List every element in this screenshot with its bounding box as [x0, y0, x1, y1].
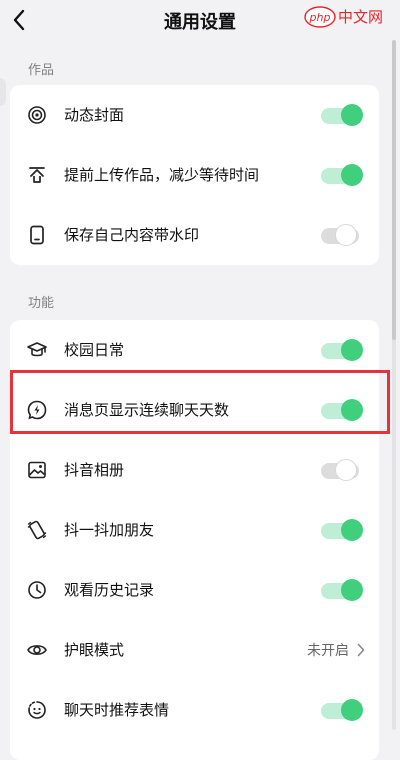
setting-row-watermark[interactable]: 保存自己内容带水印 — [10, 205, 379, 265]
watermark-toggle[interactable] — [321, 224, 363, 246]
live-cover-icon — [28, 106, 46, 124]
works-settings-card: 动态封面 提前上传作品，减少等待时间 保存自己内容带水印 — [10, 85, 379, 265]
sticker-suggest-toggle[interactable] — [321, 699, 363, 721]
smiley-chat-icon — [28, 701, 46, 719]
photo-album-icon — [28, 461, 46, 479]
svg-text:中文网: 中文网 — [338, 8, 383, 26]
setting-label: 聊天时推荐表情 — [64, 701, 170, 719]
shake-toggle[interactable] — [321, 519, 363, 541]
setting-label: 提前上传作品，减少等待时间 — [64, 166, 260, 184]
setting-label: 校园日常 — [64, 341, 125, 359]
shake-phone-icon — [27, 520, 47, 540]
chevron-right-icon — [357, 643, 365, 657]
setting-label: 观看历史记录 — [64, 581, 155, 599]
graduation-cap-icon — [27, 342, 47, 357]
scrollbar-thumb[interactable] — [392, 40, 396, 340]
section-label-features: 功能 — [28, 296, 55, 311]
setting-row-eye-care[interactable]: 护眼模式 未开启 — [10, 620, 379, 680]
edge-handle — [0, 78, 6, 106]
setting-label: 抖音相册 — [64, 461, 125, 479]
setting-label: 抖一抖加朋友 — [64, 521, 155, 539]
setting-label: 保存自己内容带水印 — [64, 226, 200, 244]
history-toggle[interactable] — [321, 579, 363, 601]
top-bar: 通用设置 php 中文网 — [0, 0, 400, 46]
live-cover-toggle[interactable] — [321, 104, 363, 126]
pre-upload-toggle[interactable] — [321, 164, 363, 186]
highlight-box — [10, 370, 390, 434]
clock-icon — [28, 581, 46, 599]
section-label-works: 作品 — [28, 63, 55, 78]
setting-row-album[interactable]: 抖音相册 — [10, 440, 379, 500]
setting-row-sticker-suggest[interactable]: 聊天时推荐表情 — [10, 680, 379, 740]
svg-text:php: php — [309, 11, 331, 24]
album-toggle[interactable] — [321, 459, 363, 481]
setting-label: 动态封面 — [64, 106, 125, 124]
phone-save-icon — [30, 225, 44, 245]
watermark-logo: php 中文网 — [304, 6, 383, 28]
setting-label: 护眼模式 — [64, 641, 125, 659]
eye-care-status: 未开启 — [307, 643, 349, 659]
upload-arrow-icon — [29, 167, 45, 183]
eye-care-status-link[interactable]: 未开启 — [307, 639, 365, 661]
scrollbar[interactable] — [392, 40, 396, 730]
eye-icon — [27, 645, 47, 655]
setting-row-history[interactable]: 观看历史记录 — [10, 560, 379, 620]
setting-row-shake[interactable]: 抖一抖加朋友 — [10, 500, 379, 560]
setting-row-pre-upload[interactable]: 提前上传作品，减少等待时间 — [10, 145, 379, 205]
setting-row-live-cover[interactable]: 动态封面 — [10, 85, 379, 145]
campus-toggle[interactable] — [321, 339, 363, 361]
